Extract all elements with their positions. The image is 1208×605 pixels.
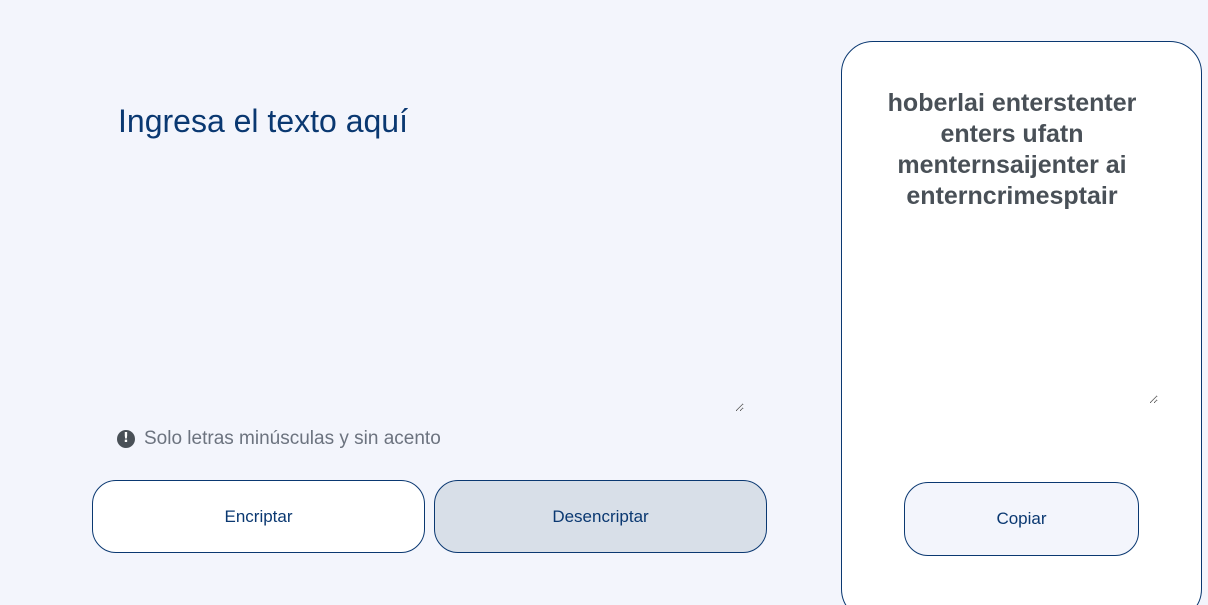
decrypt-button[interactable]: Desencriptar: [434, 480, 767, 553]
text-input[interactable]: [108, 92, 744, 412]
hint-text: Solo letras minúsculas y sin acento: [144, 428, 441, 449]
output-panel: hoberlai enterstenter enters ufatn mente…: [841, 41, 1202, 605]
exclamation-circle-icon: !: [117, 430, 135, 448]
encrypter-app: ! Solo letras minúsculas y sin acento En…: [0, 0, 1208, 605]
output-text[interactable]: hoberlai enterstenter enters ufatn mente…: [866, 84, 1158, 404]
copy-button[interactable]: Copiar: [904, 482, 1139, 556]
encrypt-button[interactable]: Encriptar: [92, 480, 425, 553]
input-hint: ! Solo letras minúsculas y sin acento: [117, 428, 441, 450]
